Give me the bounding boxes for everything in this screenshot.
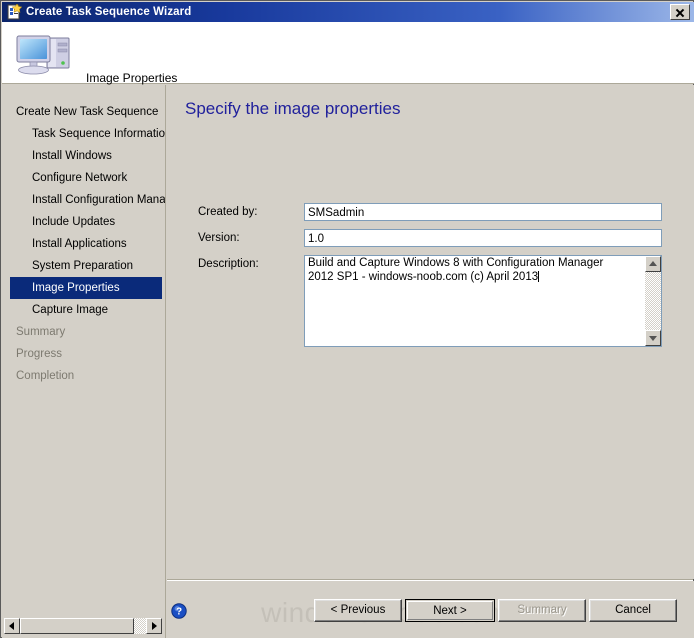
scroll-down-icon[interactable] bbox=[645, 330, 661, 346]
sidebar-horizontal-scrollbar[interactable] bbox=[4, 618, 162, 634]
sidebar-item-configure-network[interactable]: Configure Network bbox=[2, 167, 165, 189]
summary-button: Summary bbox=[498, 599, 586, 622]
sidebar-item-summary: Summary bbox=[16, 326, 66, 338]
version-row: Version: bbox=[166, 229, 694, 247]
title-bar: Create Task Sequence Wizard bbox=[2, 2, 694, 22]
description-value: Build and Capture Windows 8 with Configu… bbox=[308, 257, 607, 283]
wizard-sidebar: Create New Task Sequence Task Sequence I… bbox=[2, 85, 166, 638]
help-question-icon[interactable]: ? bbox=[171, 603, 187, 619]
description-row: Description: Build and Capture Windows 8… bbox=[166, 255, 694, 347]
sidebar-item-install-applications[interactable]: Install Applications bbox=[2, 233, 165, 255]
created-by-label: Created by: bbox=[198, 206, 258, 218]
description-input[interactable]: Build and Capture Windows 8 with Configu… bbox=[304, 255, 662, 347]
sidebar-item-task-sequence-information[interactable]: Task Sequence Information bbox=[2, 123, 165, 145]
wizard-step-list: Create New Task Sequence Task Sequence I… bbox=[2, 101, 165, 387]
scroll-thumb[interactable] bbox=[20, 618, 134, 634]
next-button-label: Next > bbox=[407, 601, 493, 620]
sidebar-item-create-new-task-sequence[interactable]: Create New Task Sequence bbox=[2, 101, 165, 123]
wizard-content: Specify the image properties Created by:… bbox=[166, 85, 694, 579]
scroll-right-icon[interactable] bbox=[146, 618, 162, 634]
task-sequence-clipboard-icon bbox=[6, 3, 23, 20]
sidebar-item-install-configuration-manager[interactable]: Install Configuration Manag bbox=[2, 189, 165, 211]
sidebar-item-completion: Completion bbox=[16, 370, 75, 382]
wizard-button-row: < Previous Next > Summary Cancel bbox=[314, 599, 680, 622]
sidebar-item-include-updates[interactable]: Include Updates bbox=[2, 211, 165, 233]
page-title: Specify the image properties bbox=[185, 99, 401, 118]
text-caret bbox=[538, 270, 540, 282]
sidebar-item-install-windows[interactable]: Install Windows bbox=[2, 145, 165, 167]
created-by-input[interactable] bbox=[304, 203, 662, 221]
scroll-track[interactable] bbox=[20, 618, 146, 634]
version-input[interactable] bbox=[304, 229, 662, 247]
banner-title: Image Properties bbox=[86, 71, 178, 85]
image-properties-form: Created by: Version: Description: Build … bbox=[166, 203, 694, 355]
previous-button[interactable]: < Previous bbox=[314, 599, 402, 622]
computer-icon bbox=[14, 30, 76, 78]
sidebar-item-progress: Progress bbox=[16, 348, 63, 360]
sidebar-item-capture-image[interactable]: Capture Image bbox=[2, 299, 165, 321]
close-icon[interactable] bbox=[670, 4, 690, 20]
description-vertical-scrollbar[interactable] bbox=[645, 256, 661, 346]
version-label: Version: bbox=[198, 232, 240, 244]
sidebar-item-system-preparation[interactable]: System Preparation bbox=[2, 255, 165, 277]
svg-text:?: ? bbox=[176, 607, 182, 618]
description-label: Description: bbox=[198, 258, 259, 270]
window-title: Create Task Sequence Wizard bbox=[26, 6, 192, 18]
wizard-window: Create Task Sequence Wizard Image Proper… bbox=[0, 0, 694, 638]
scroll-left-icon[interactable] bbox=[4, 618, 20, 634]
wizard-banner: Image Properties bbox=[2, 22, 694, 85]
page-heading: Specify the image properties bbox=[166, 99, 694, 119]
next-button[interactable]: Next > bbox=[405, 599, 495, 622]
scroll-up-icon[interactable] bbox=[645, 256, 661, 272]
cancel-button[interactable]: Cancel bbox=[589, 599, 677, 622]
wizard-footer: windows-noob.com ? < Previous Next > Sum… bbox=[166, 581, 694, 638]
sidebar-item-image-properties[interactable]: Image Properties bbox=[10, 277, 162, 299]
description-text: Build and Capture Windows 8 with Configu… bbox=[308, 257, 632, 284]
created-by-row: Created by: bbox=[166, 203, 694, 221]
